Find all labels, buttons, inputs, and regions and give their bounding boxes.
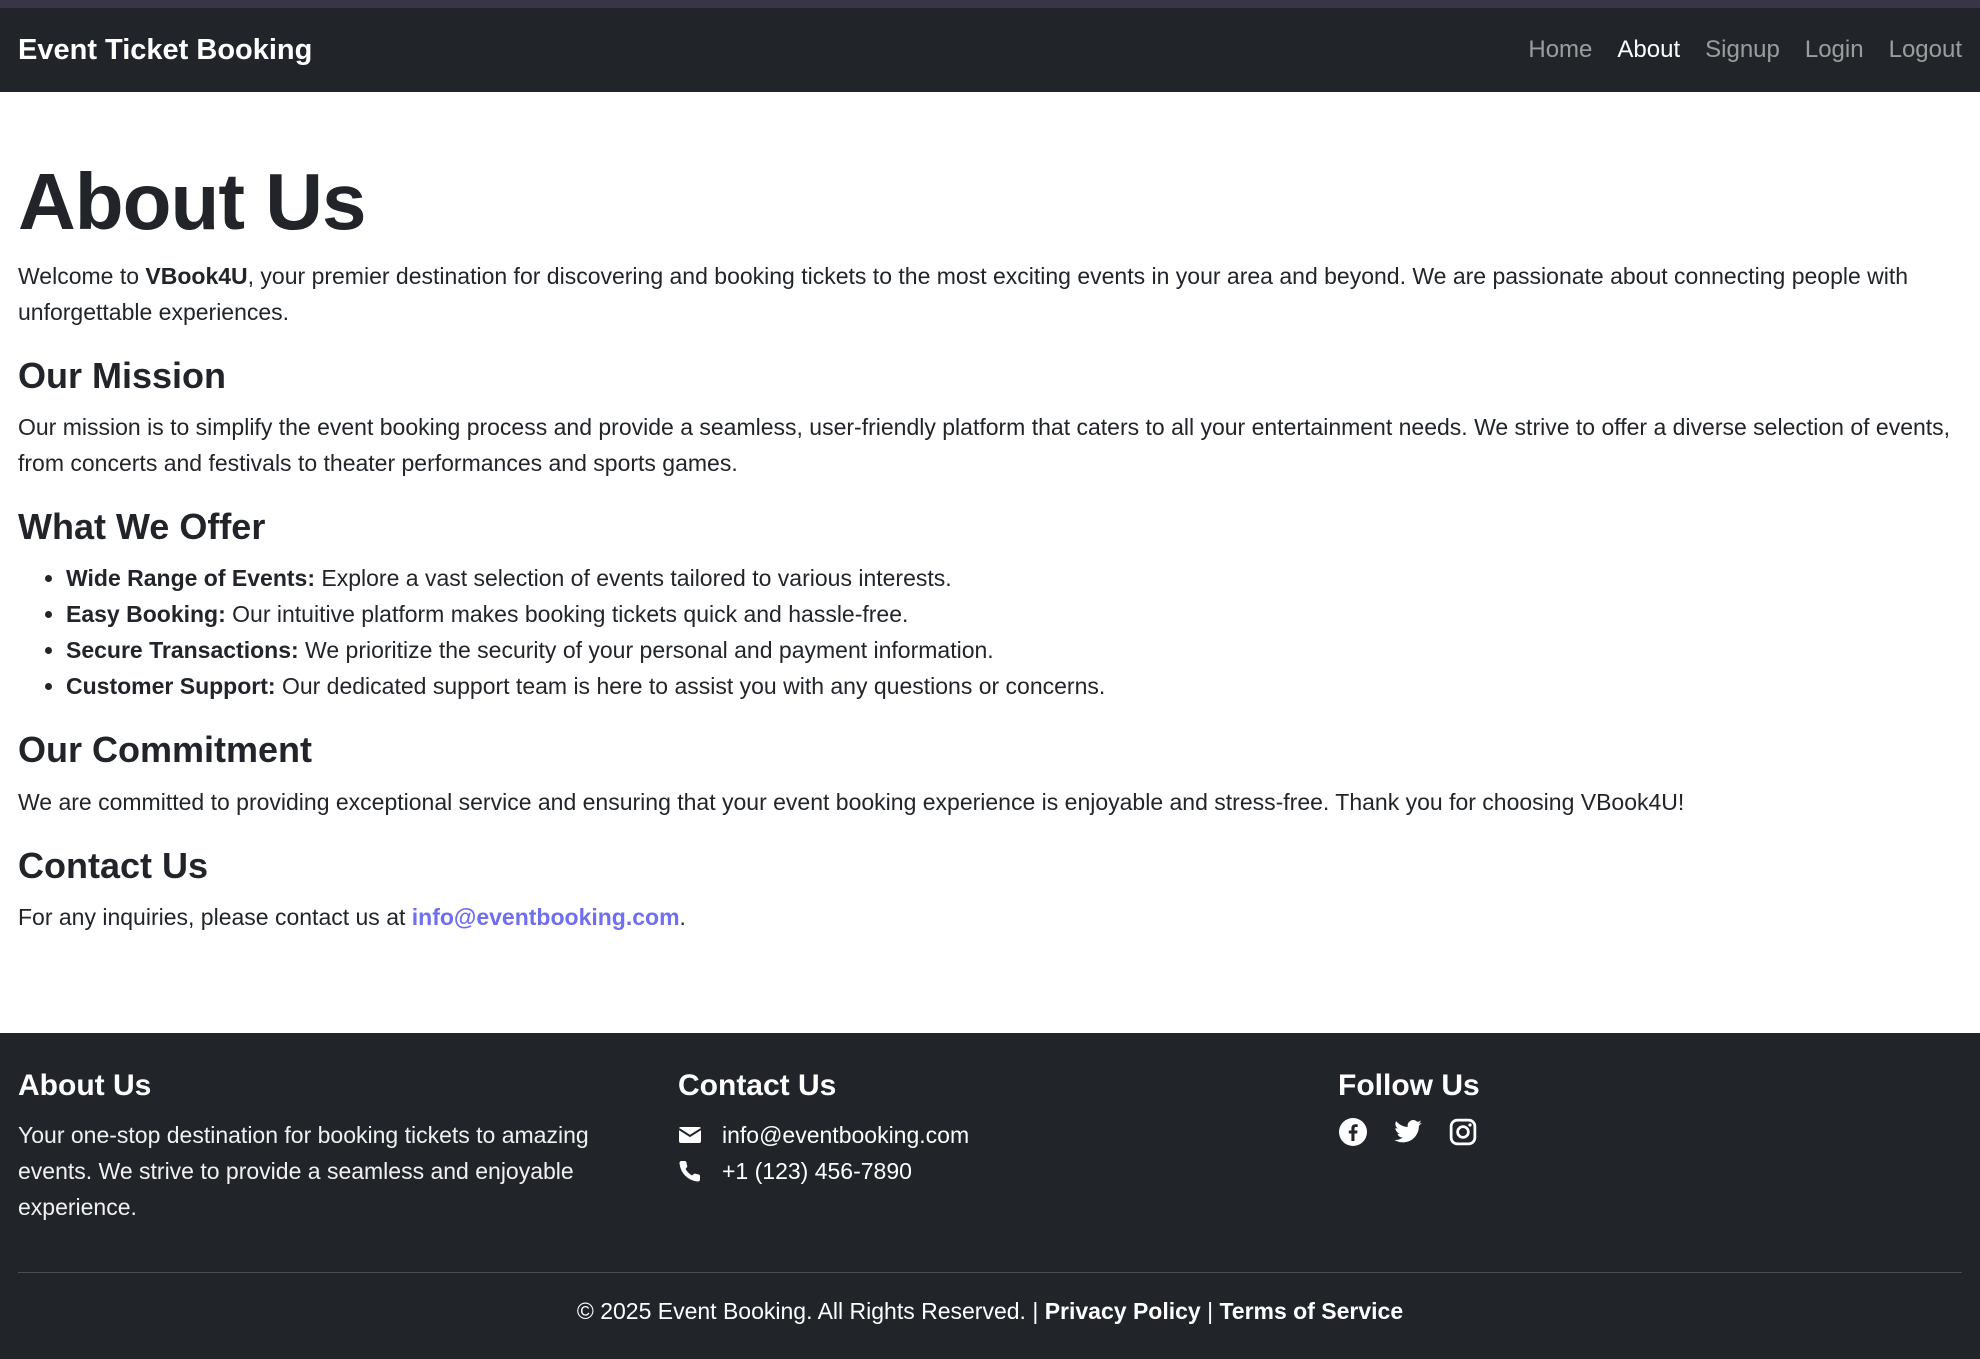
nav-home[interactable]: Home <box>1528 36 1592 64</box>
footer-about: About Us Your one-stop destination for b… <box>18 1069 638 1225</box>
intro-paragraph: Welcome to VBook4U, your premier destina… <box>18 258 1962 330</box>
list-item: Secure Transactions: We prioritize the s… <box>66 632 1962 668</box>
nav-logout[interactable]: Logout <box>1889 36 1962 64</box>
footer-copyright-bar: © 2025 Event Booking. All Rights Reserve… <box>0 1298 1980 1325</box>
nav-about[interactable]: About <box>1617 36 1680 64</box>
navbar-brand[interactable]: Event Ticket Booking <box>18 34 312 67</box>
footer-email[interactable]: info@eventbooking.com <box>722 1122 969 1149</box>
facebook-icon[interactable] <box>1338 1117 1368 1147</box>
offer-title: Wide Range of Events: <box>66 565 315 592</box>
intro-brand: VBook4U <box>145 263 248 289</box>
copyright-text: © 2025 Event Booking. All Rights Reserve… <box>576 1298 1039 1324</box>
intro-rest: , your premier destination for discoveri… <box>18 263 1909 325</box>
main-content: About Us Welcome to VBook4U, your premie… <box>18 160 1962 951</box>
commitment-paragraph: We are committed to providing exceptiona… <box>18 788 1685 815</box>
footer-divider <box>18 1272 1962 1273</box>
terms-of-service-link[interactable]: Terms of Service <box>1219 1298 1403 1324</box>
nav-links: Home About Signup Login Logout <box>1503 36 1962 64</box>
footer-contact-heading: Contact Us <box>678 1069 837 1102</box>
list-item: Wide Range of Events: Explore a vast sel… <box>66 560 1962 596</box>
contact-paragraph: For any inquiries, please contact us at … <box>18 899 1962 935</box>
footer-phone-row: +1 (123) 456-7890 <box>678 1153 1298 1189</box>
commitment-heading: Our Commitment <box>18 729 313 771</box>
nav-login[interactable]: Login <box>1805 36 1864 64</box>
contact-prefix: For any inquiries, please contact us at <box>18 903 412 930</box>
footer-follow: Follow Us <box>1338 1069 1938 1147</box>
offer-list: Wide Range of Events: Explore a vast sel… <box>18 560 1962 704</box>
offer-heading: What We Offer <box>18 506 266 548</box>
contact-suffix: . <box>679 903 686 930</box>
navbar: Event Ticket Booking Home About Signup L… <box>0 8 1980 92</box>
contact-email-link[interactable]: info@eventbooking.com <box>412 904 680 930</box>
footer-follow-heading: Follow Us <box>1338 1069 1480 1102</box>
envelope-icon <box>678 1123 706 1147</box>
contact-heading: Contact Us <box>18 844 209 886</box>
page-title: About Us <box>18 157 367 246</box>
footer-about-heading: About Us <box>18 1069 152 1102</box>
offer-title: Customer Support: <box>66 673 276 700</box>
offer-text: Our dedicated support team is here to as… <box>275 673 1106 700</box>
nav-signup[interactable]: Signup <box>1705 36 1780 64</box>
footer-phone: +1 (123) 456-7890 <box>722 1157 912 1184</box>
privacy-policy-link[interactable]: Privacy Policy <box>1045 1298 1201 1324</box>
footer: About Us Your one-stop destination for b… <box>0 1033 1980 1359</box>
mission-paragraph: Our mission is to simplify the event boo… <box>18 414 1951 477</box>
offer-text: Our intuitive platform makes booking tic… <box>225 601 909 628</box>
phone-icon <box>678 1159 706 1183</box>
list-item: Customer Support: Our dedicated support … <box>66 668 1962 704</box>
intro-prefix: Welcome to <box>18 263 146 289</box>
footer-contact: Contact Us info@eventbooking.com +1 (123… <box>678 1069 1298 1189</box>
twitter-icon[interactable] <box>1393 1117 1423 1147</box>
window-top-strip <box>0 0 1980 8</box>
offer-title: Secure Transactions: <box>66 637 299 664</box>
instagram-icon[interactable] <box>1448 1117 1478 1147</box>
list-item: Easy Booking: Our intuitive platform mak… <box>66 596 1962 632</box>
footer-email-row: info@eventbooking.com <box>678 1117 1298 1153</box>
offer-text: We prioritize the security of your perso… <box>298 637 994 664</box>
social-links <box>1338 1117 1938 1147</box>
copyright-separator: | <box>1207 1298 1214 1324</box>
mission-heading: Our Mission <box>18 355 227 396</box>
footer-about-text: Your one-stop destination for booking ti… <box>18 1122 589 1220</box>
offer-text: Explore a vast selection of events tailo… <box>315 565 952 592</box>
offer-title: Easy Booking: <box>66 601 226 628</box>
